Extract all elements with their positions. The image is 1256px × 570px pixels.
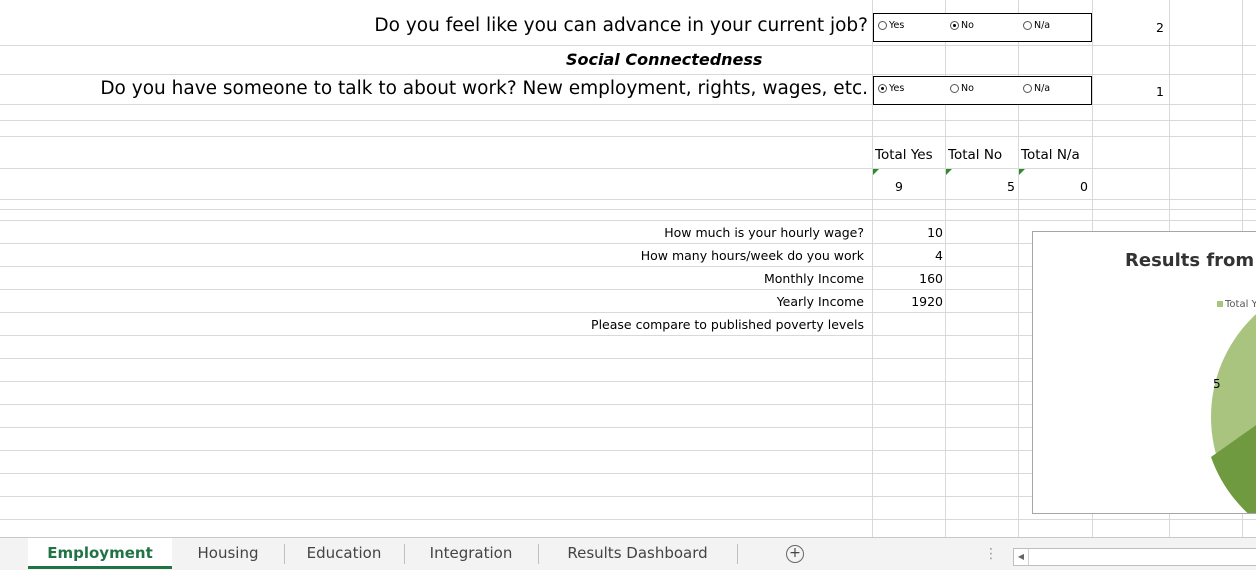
wage-label-yearly: Yearly Income (776, 294, 864, 309)
gridline (0, 209, 1256, 210)
wage-value-hours: 4 (935, 248, 943, 263)
radio-unchecked-icon (878, 21, 887, 30)
radio-unchecked-icon (1023, 21, 1032, 30)
advance-na-option[interactable]: N/a (1023, 20, 1050, 31)
question-advance: Do you feel like you can advance in your… (374, 15, 868, 36)
total-no-header: Total No (948, 147, 1003, 163)
scroll-left-icon[interactable]: ◀ (1014, 549, 1029, 565)
wage-label-monthly: Monthly Income (763, 271, 864, 286)
advance-no-option[interactable]: No (950, 20, 974, 31)
total-na-header: Total N/a (1021, 147, 1080, 163)
more-options-icon[interactable]: ⋮ (984, 546, 998, 562)
radio-checked-icon (950, 21, 959, 30)
radio-unchecked-icon (1023, 84, 1032, 93)
talk-no-option[interactable]: No (950, 83, 974, 94)
gridline (0, 136, 1256, 137)
sheet-tab-bar: Employment Housing Education Integration… (0, 537, 1256, 570)
gridline (0, 74, 1256, 75)
advance-value: 2 (1156, 20, 1164, 35)
error-indicator-icon (873, 169, 879, 175)
advance-radio-group: Yes No N/a (873, 13, 1092, 42)
wage-label-hourly: How much is your hourly wage? (664, 225, 864, 240)
pie-data-label: 5 (1213, 377, 1221, 391)
results-chart[interactable]: Results from Total Y 5 (1032, 231, 1256, 514)
wage-value-hourly: 10 (927, 225, 943, 240)
gridline (0, 168, 1256, 169)
total-yes-header: Total Yes (875, 147, 933, 163)
radio-unchecked-icon (950, 84, 959, 93)
tab-results-dashboard[interactable]: Results Dashboard (539, 538, 736, 569)
radio-label: N/a (1034, 20, 1051, 31)
error-indicator-icon (946, 169, 952, 175)
total-na-value: 0 (1080, 179, 1088, 194)
talk-na-option[interactable]: N/a (1023, 83, 1050, 94)
radio-label: No (961, 20, 974, 31)
radio-label: Yes (889, 20, 905, 31)
add-sheet-icon[interactable]: + (786, 545, 804, 563)
wage-value-yearly: 1920 (911, 294, 943, 309)
tab-housing[interactable]: Housing (173, 538, 283, 569)
spreadsheet-grid[interactable]: Do you feel like you can advance in your… (0, 0, 1256, 537)
talk-value: 1 (1156, 84, 1164, 99)
pie-svg (1211, 314, 1256, 513)
gridline (0, 220, 1256, 221)
gridline (0, 45, 1256, 46)
wage-label-poverty: Please compare to published poverty leve… (591, 317, 864, 332)
tab-integration[interactable]: Integration (405, 538, 537, 569)
radio-label: Yes (889, 83, 905, 94)
gridline (0, 120, 1256, 121)
question-talk: Do you have someone to talk to about wor… (100, 78, 868, 99)
horizontal-scrollbar[interactable]: ◀ (1013, 548, 1256, 566)
wage-label-hours: How many hours/week do you work (640, 248, 864, 263)
section-heading: Social Connectedness (566, 50, 763, 69)
talk-yes-option[interactable]: Yes (878, 83, 904, 94)
radio-checked-icon (878, 84, 887, 93)
tab-employment[interactable]: Employment (28, 538, 172, 569)
wage-value-monthly: 160 (919, 271, 943, 286)
tab-education[interactable]: Education (285, 538, 403, 569)
gridline (0, 519, 1256, 520)
radio-label: No (961, 83, 974, 94)
radio-label: N/a (1034, 83, 1051, 94)
error-indicator-icon (1019, 169, 1025, 175)
total-yes-value: 9 (895, 179, 903, 194)
tab-divider (737, 544, 738, 564)
advance-yes-option[interactable]: Yes (878, 20, 904, 31)
total-no-value: 5 (1007, 179, 1015, 194)
talk-radio-group: Yes No N/a (873, 76, 1092, 105)
gridline (0, 199, 1256, 200)
